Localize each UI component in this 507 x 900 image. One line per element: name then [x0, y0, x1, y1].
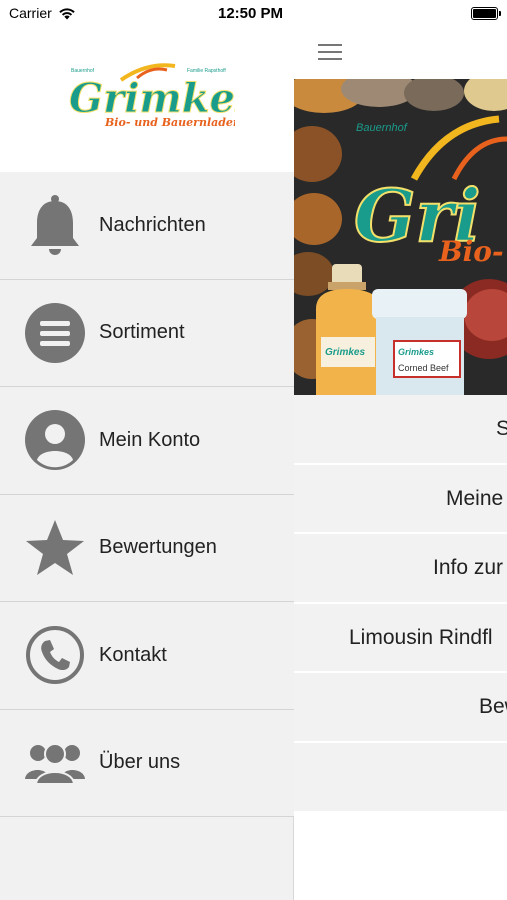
jar-brand-text: Grimkes [398, 347, 434, 357]
drawer-menu: Nachrichten Sortiment Mein Konto Bewertu… [0, 172, 294, 817]
phone-icon [24, 624, 86, 686]
svg-text:Bauernhof: Bauernhof [71, 68, 95, 74]
jar-label-text: Corned Beef [398, 363, 449, 373]
menu-item-bewertungen[interactable]: Bewertungen [0, 494, 294, 602]
user-icon [24, 409, 86, 471]
status-bar: Carrier 12:50 PM [0, 0, 507, 26]
menu-item-label: Kontakt [99, 643, 167, 666]
main-list-item[interactable]: Info zur [294, 534, 507, 604]
svg-text:Bio- und Bauernladen: Bio- und Bauernladen [104, 116, 235, 129]
status-time: 12:50 PM [218, 5, 284, 22]
main-content: Bauernhof Gri Bio- u Grimkes Grimkes Cor… [294, 26, 507, 900]
main-menu-list: S Meine Info zur Limousin Rindfl Bew [294, 395, 507, 813]
menu-item-nachrichten[interactable]: Nachrichten [0, 172, 294, 280]
battery-icon [471, 7, 501, 20]
hero-image: Bauernhof Gri Bio- u Grimkes Grimkes Cor… [294, 79, 507, 395]
main-list-item[interactable]: Meine [294, 464, 507, 535]
grimkes-logo: Bauernhof Familie Rapsthoff Grimkes Bio-… [69, 63, 235, 129]
wifi-icon [59, 7, 75, 19]
carrier-indicator: Carrier [9, 5, 76, 21]
group-icon [24, 732, 86, 794]
menu-item-label: Bewertungen [99, 536, 217, 559]
menu-item-mein-konto[interactable]: Mein Konto [0, 387, 294, 495]
menu-item-label: Über uns [99, 751, 181, 774]
navigation-drawer: Bauernhof Familie Rapsthoff Grimkes Bio-… [0, 26, 294, 900]
main-list-item[interactable]: Limousin Rindfl [294, 603, 507, 674]
main-list-item[interactable] [294, 742, 507, 813]
menu-item-label: Sortiment [99, 321, 185, 344]
svg-text:Familie Rapsthoff: Familie Rapsthoff [187, 68, 226, 74]
star-icon [24, 517, 86, 579]
carrier-label: Carrier [9, 5, 52, 21]
list-icon [24, 302, 86, 364]
drawer-header: Bauernhof Familie Rapsthoff Grimkes Bio-… [0, 26, 294, 172]
menu-item-ueber-uns[interactable]: Über uns [0, 709, 294, 817]
hero-small-text: Bauernhof [356, 122, 408, 134]
menu-item-sortiment[interactable]: Sortiment [0, 279, 294, 387]
main-list-item-label: Info zur [433, 556, 504, 580]
main-list-item-label: Bew [479, 695, 507, 719]
hamburger-menu-icon[interactable] [318, 44, 342, 62]
menu-item-label: Mein Konto [99, 428, 201, 451]
svg-text:Grimkes: Grimkes [69, 75, 235, 122]
bell-icon [24, 194, 86, 256]
menu-item-kontakt[interactable]: Kontakt [0, 602, 294, 710]
main-list-item[interactable]: S [294, 395, 507, 465]
main-list-item-label: Limousin Rindfl [349, 625, 493, 649]
bottle-brand-text: Grimkes [325, 347, 365, 358]
main-list-item-label: Meine [446, 486, 504, 510]
main-list-item[interactable]: Bew [294, 673, 507, 743]
hero-tagline-text: Bio- u [438, 235, 507, 268]
hero-banner: Bauernhof Gri Bio- u Grimkes Grimkes Cor… [294, 79, 507, 395]
menu-item-label: Nachrichten [99, 213, 206, 236]
main-list-item-label: S [496, 417, 507, 441]
